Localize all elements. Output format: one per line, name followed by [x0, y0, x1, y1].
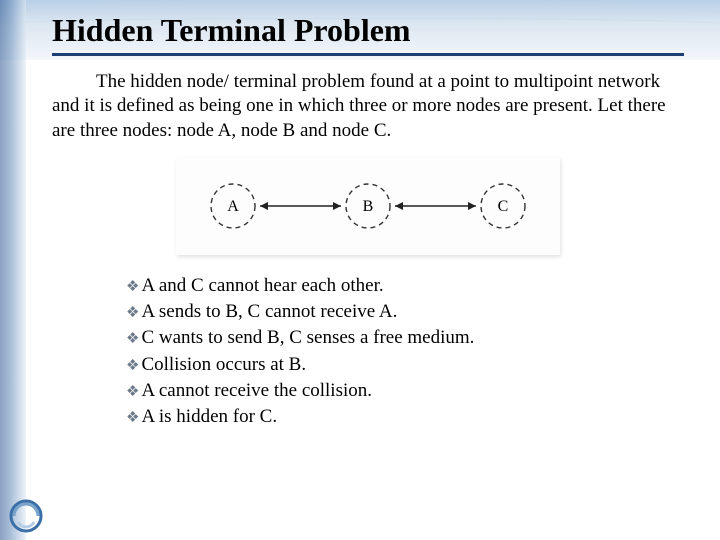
slide-title: Hidden Terminal Problem	[52, 12, 684, 56]
network-diagram: A B C	[176, 157, 560, 255]
bullet-text: Collision occurs at B.	[141, 352, 306, 378]
diagram-container: A B C	[52, 157, 684, 255]
arrowhead-b-right	[333, 202, 341, 210]
arrowhead-b-left	[395, 202, 403, 210]
list-item: ❖ A is hidden for C.	[126, 404, 684, 430]
bullet-text: C wants to send B, C senses a free mediu…	[141, 325, 474, 351]
bullet-text: A sends to B, C cannot receive A.	[141, 299, 397, 325]
diamond-bullet-icon: ❖	[126, 327, 139, 351]
bullet-text: A is hidden for C.	[141, 404, 277, 430]
arrowhead-c-right	[468, 202, 476, 210]
node-c-label: C	[498, 198, 509, 215]
bullet-text: A cannot receive the collision.	[141, 378, 372, 404]
slide-content: Hidden Terminal Problem The hidden node/…	[0, 0, 720, 450]
intro-paragraph-text: The hidden node/ terminal problem found …	[52, 71, 666, 141]
list-item: ❖ A sends to B, C cannot receive A.	[126, 299, 684, 325]
list-item: ❖ C wants to send B, C senses a free med…	[126, 325, 684, 351]
diamond-bullet-icon: ❖	[126, 406, 139, 430]
diamond-bullet-icon: ❖	[126, 301, 139, 325]
bullet-list: ❖ A and C cannot hear each other. ❖ A se…	[126, 273, 684, 430]
node-b-label: B	[363, 198, 374, 215]
corner-logo-icon	[8, 498, 44, 534]
list-item: ❖ Collision occurs at B.	[126, 352, 684, 378]
diamond-bullet-icon: ❖	[126, 380, 139, 404]
list-item: ❖ A and C cannot hear each other.	[126, 273, 684, 299]
node-a-label: A	[227, 198, 239, 215]
list-item: ❖ A cannot receive the collision.	[126, 378, 684, 404]
bullet-text: A and C cannot hear each other.	[141, 273, 383, 299]
intro-paragraph: The hidden node/ terminal problem found …	[52, 70, 684, 143]
diamond-bullet-icon: ❖	[126, 354, 139, 378]
diamond-bullet-icon: ❖	[126, 275, 139, 299]
arrowhead-a-left	[260, 202, 268, 210]
